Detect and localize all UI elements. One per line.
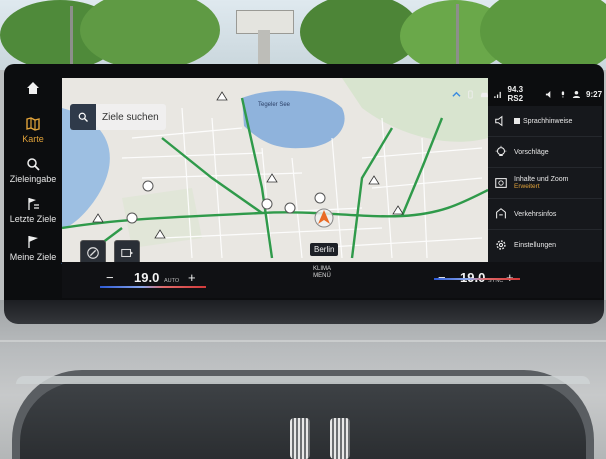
sidebar-item-label: Zieleingabe [9,174,57,184]
flag-icon [28,236,38,248]
sidebar-item-zieleingabe[interactable]: Zieleingabe [4,156,62,184]
sidebar-item-label: Meine Ziele [9,252,57,262]
signal-icon [493,91,501,98]
search-icon [27,158,40,171]
temp-left-increase-button[interactable]: + [188,270,196,285]
sidebar-item-meine-ziele[interactable]: Meine Ziele [4,234,62,262]
temp-left-value: 19.0 [134,270,160,285]
menu-item-einstellungen[interactable]: Einstellungen [488,230,602,260]
bulb-icon [495,145,507,157]
user-icon [573,90,581,98]
microphone-icon [562,90,565,98]
climate-menu-line1: KLIMA [312,266,331,272]
lamp-post [70,6,73,66]
menu-item-label: Verkehrsinfos [514,210,557,218]
lake [242,90,345,149]
sidebar-item-karte[interactable]: Karte [4,116,62,144]
sidebar-item-letzte-ziele[interactable]: Letzte Ziele [4,196,62,224]
chevron-up-icon[interactable] [452,90,461,99]
zoom-content-icon [495,178,507,188]
temp-left-mode: AUTO [164,278,180,284]
phone-icon [468,90,473,98]
menu-item-label: Einstellungen [514,241,557,249]
checkbox-checked-icon[interactable] [514,117,520,124]
car-icon [480,92,488,97]
display-chin [4,300,604,324]
vent-knob [330,418,350,459]
climate-menu-line2: MENÜ [313,273,331,279]
menu-item-label: Vorschläge [514,148,549,156]
status-bar: 94.3 RS2 9:27 [452,85,603,103]
menu-item-inhalte-zoom[interactable]: Inhalte und Zoom Erweitert [488,168,602,199]
speaker-icon [495,115,503,127]
temp-left-gradient [100,286,206,288]
vent-knob [290,418,310,459]
lamp-post [456,4,459,66]
search-button[interactable] [70,104,96,130]
menu-item-label: Inhalte und Zoom [514,176,569,183]
recent-destinations-icon [28,198,39,210]
climate-menu-button[interactable]: KLIMA MENÜ [302,266,342,280]
menu-item-vorschlaege[interactable]: Vorschläge [488,137,602,168]
traffic-icon [496,208,506,219]
compass-icon [87,247,99,259]
menu-item-label: Sprachhinweise [523,117,573,125]
sidebar-item-label: Karte [22,134,44,144]
search-destinations[interactable]: Ziele suchen [70,104,166,130]
lake-label: Tegeler See [258,102,291,108]
map-options-menu: Sprachhinweise Vorschläge Inhalte und Zo… [488,106,602,262]
menu-item-sprachhinweise[interactable]: Sprachhinweise [488,106,602,137]
sidebar-item-label: Letzte Ziele [9,214,57,224]
home-icon [27,82,39,94]
map-icon [26,117,40,131]
clock: 9:27 [586,89,603,99]
air-vent-trim [16,376,590,384]
gear-icon [496,240,506,250]
mute-icon [546,90,551,98]
home-button[interactable] [4,80,62,98]
route-icon [121,248,134,258]
search-label: Ziele suchen [102,111,159,123]
menu-item-verkehrsinfos[interactable]: Verkehrsinfos [488,199,602,230]
search-icon [78,112,88,122]
menu-item-sublabel: Erweitert [514,183,540,190]
dashboard-trim [0,340,606,342]
sidebar: Karte Zieleingabe Letzte Ziele Meine Zie… [4,72,65,298]
current-location-label: Berlin [310,243,339,256]
temp-left-decrease-button[interactable]: − [106,270,114,285]
temp-right-gradient [434,278,520,280]
sign-pole [258,30,270,64]
radio-station: 94.3 RS2 [507,85,524,103]
